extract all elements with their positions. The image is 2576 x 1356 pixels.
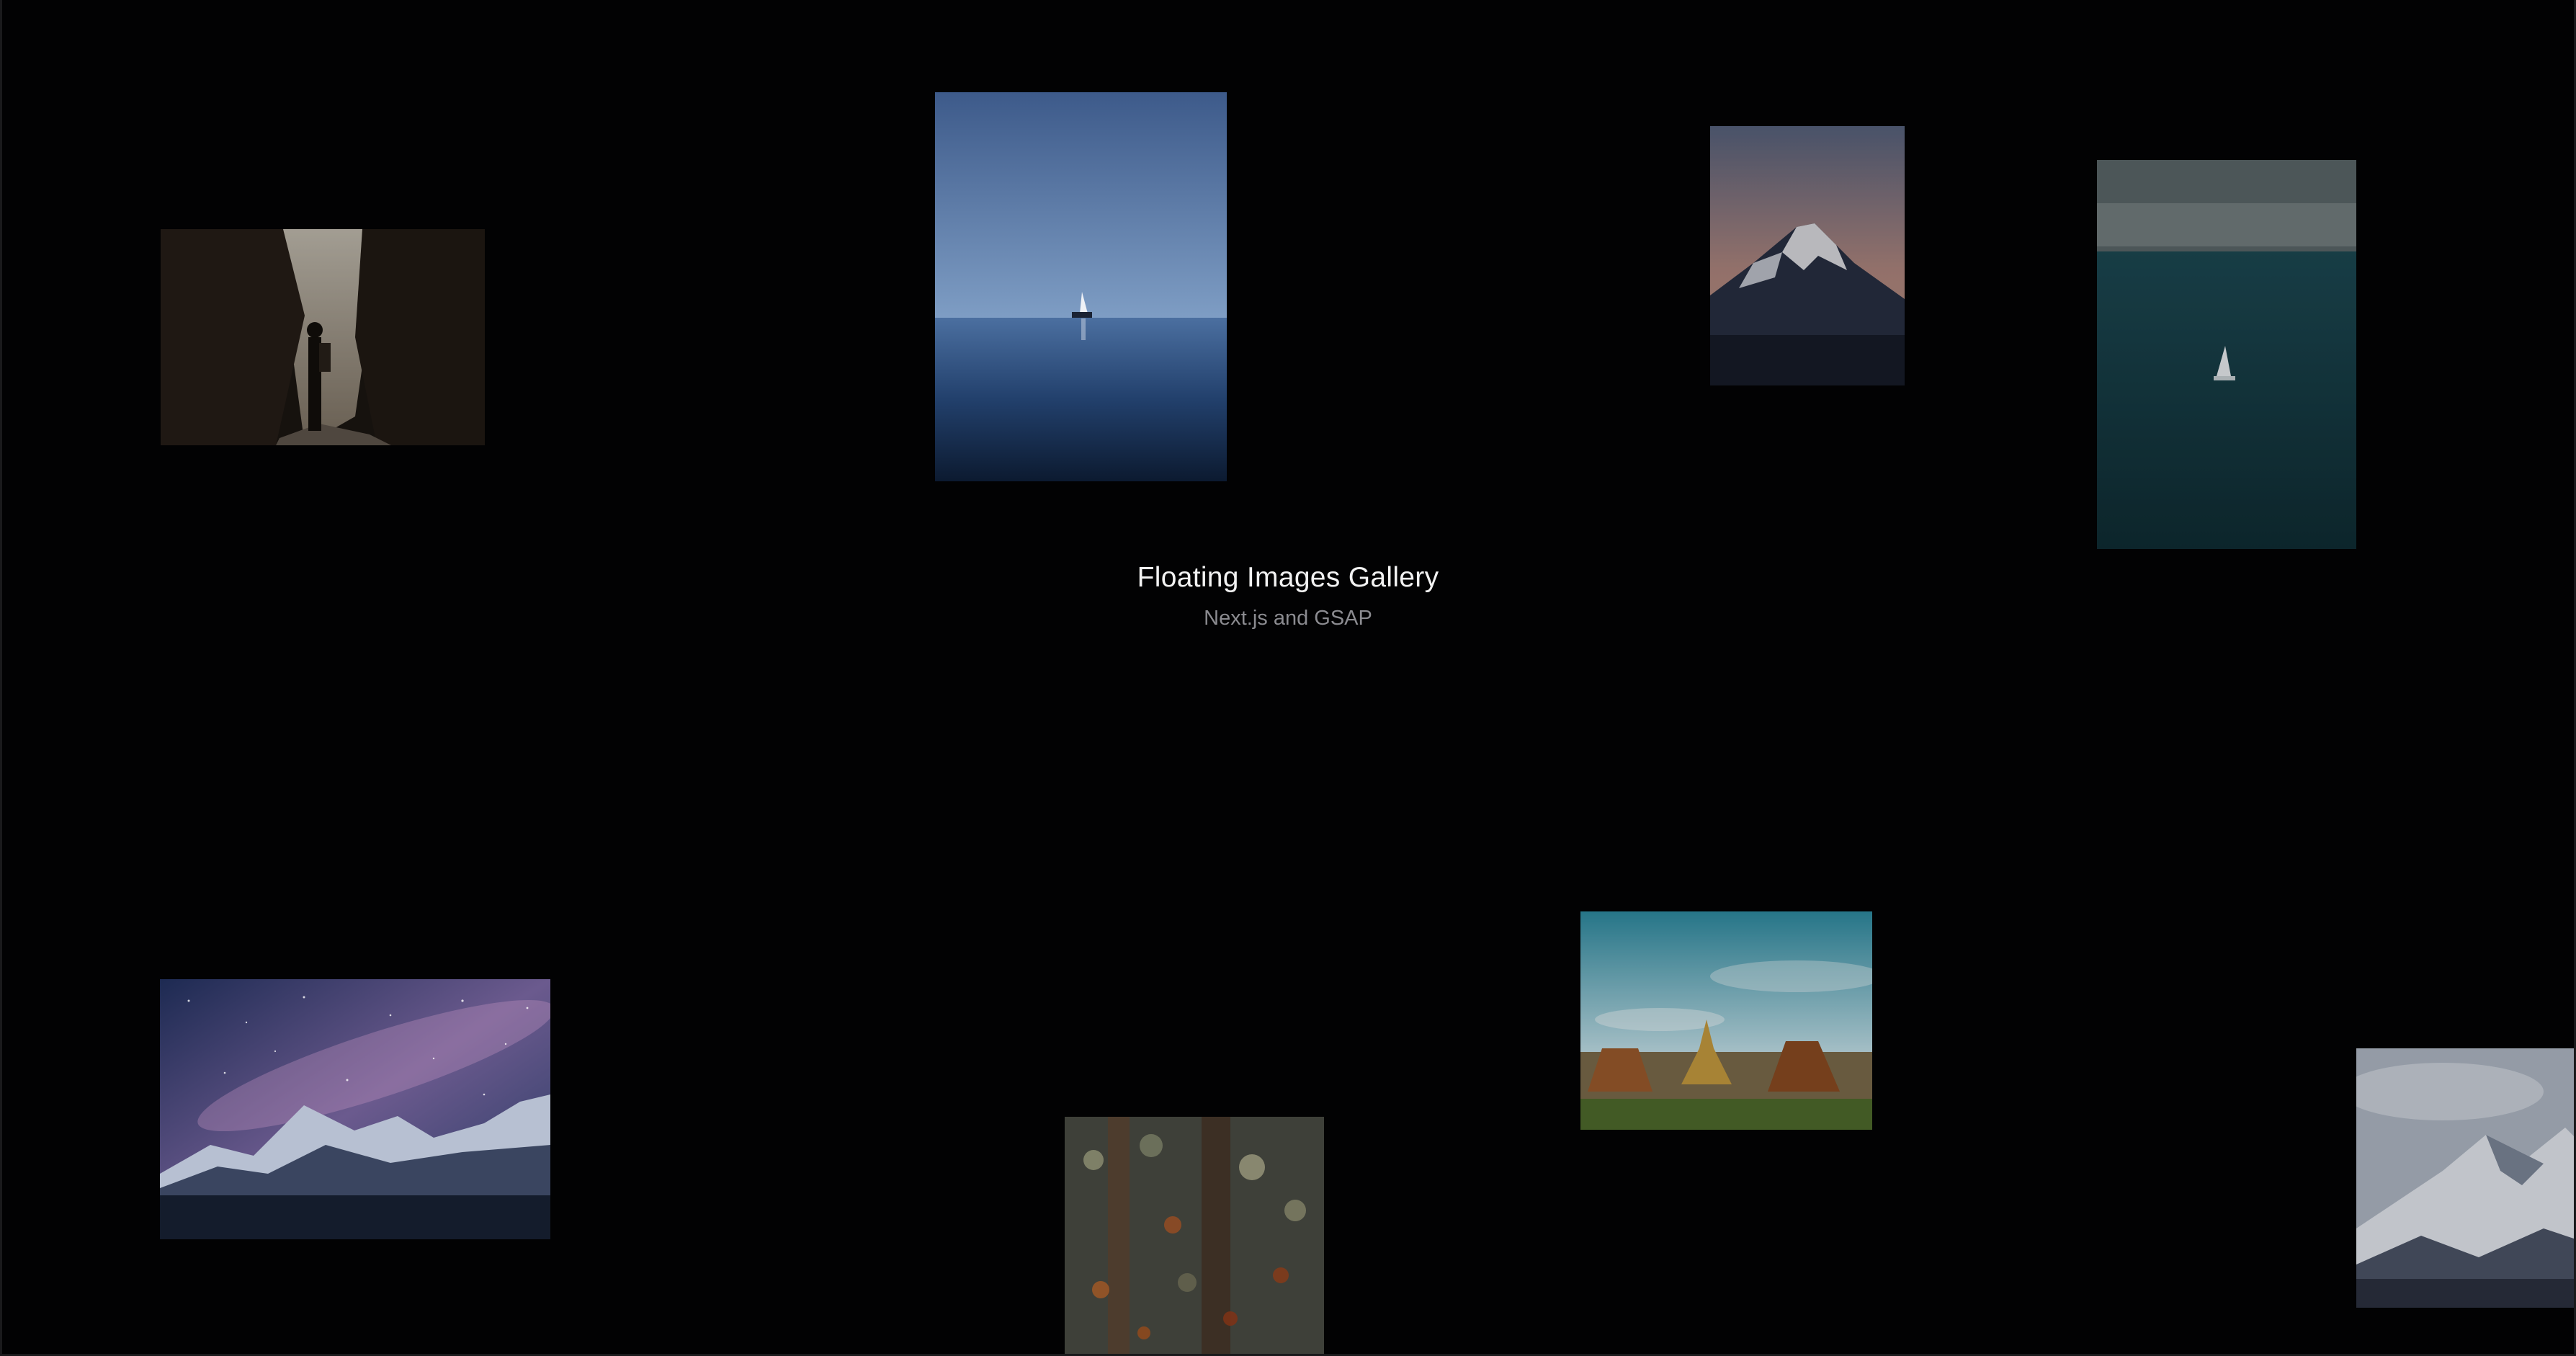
page-subtitle: Next.js and GSAP	[1204, 607, 1372, 630]
gallery-image-sailboat-teal[interactable]	[2097, 160, 2356, 549]
gallery-image-autumn-leaves[interactable]	[1065, 1117, 1324, 1354]
gallery-image-canyon-hiker[interactable]	[161, 229, 485, 445]
page-title: Floating Images Gallery	[1137, 562, 1439, 593]
gallery-image-milky-way[interactable]	[160, 979, 550, 1239]
gallery-image-temple[interactable]	[1580, 911, 1872, 1130]
gallery-image-snow-mountain[interactable]	[2356, 1048, 2574, 1308]
gallery-stage: Floating Images Gallery Next.js and GSAP	[0, 0, 2576, 1356]
gallery-image-mountain-peak[interactable]	[1710, 126, 1905, 385]
gallery-image-sailboat-blue[interactable]	[935, 92, 1227, 481]
gallery-caption: Floating Images Gallery Next.js and GSAP	[2, 562, 2574, 630]
